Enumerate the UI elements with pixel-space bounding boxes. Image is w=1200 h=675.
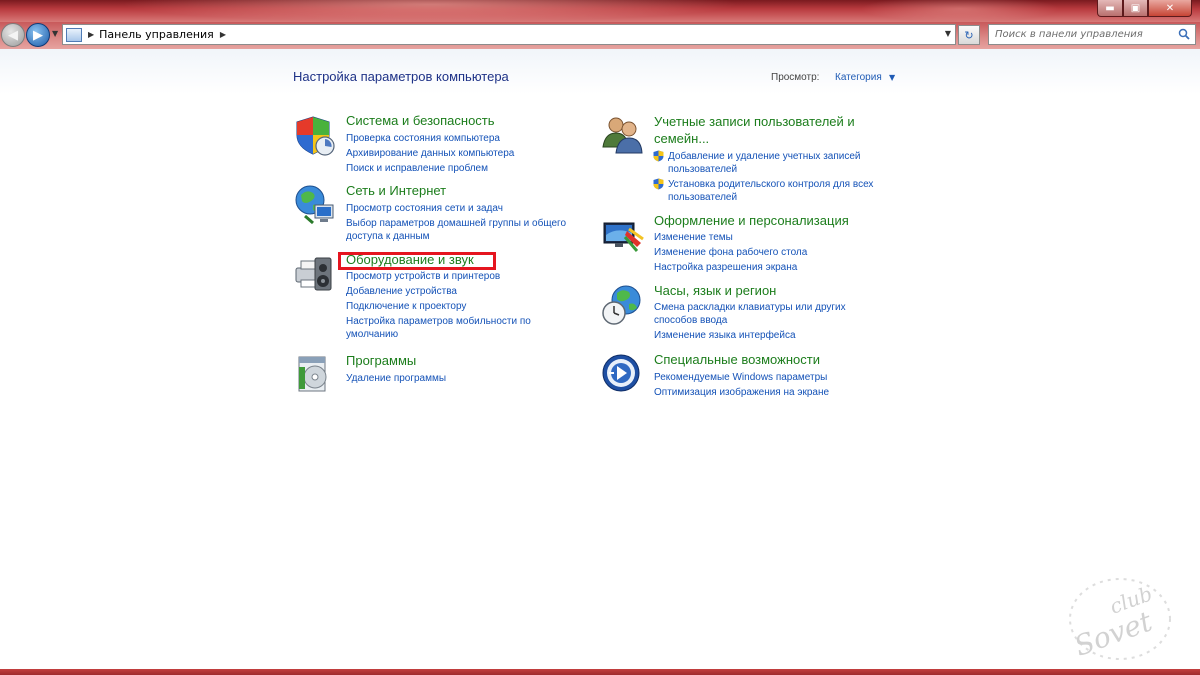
category-heading[interactable]: Система и безопасность <box>346 113 495 128</box>
uac-shield-icon <box>653 150 664 162</box>
maximize-button[interactable]: ▣ <box>1123 0 1148 17</box>
category-link[interactable]: Добавление и удаление учетных записей по… <box>668 150 883 176</box>
category-link[interactable]: Изменение темы <box>654 231 733 244</box>
category-link[interactable]: Выбор параметров домашней группы и общег… <box>346 217 591 243</box>
club-sovet-watermark: club Sovet <box>1069 578 1171 663</box>
breadcrumb-control-panel[interactable]: Панель управления <box>99 28 214 41</box>
address-bar[interactable]: ▶ Панель управления ▶ ▼ <box>62 24 956 45</box>
search-input[interactable] <box>989 25 1169 44</box>
window-bottom-border <box>0 669 1200 675</box>
shield-icon[interactable] <box>293 113 337 157</box>
view-mode-dropdown[interactable]: Категория <box>835 72 882 83</box>
category-link[interactable]: Добавление устройства <box>346 285 457 298</box>
programs-icon[interactable] <box>293 353 337 397</box>
category-link[interactable]: Удаление программы <box>346 372 446 385</box>
category-link[interactable]: Установка родительского контроля для все… <box>668 178 893 204</box>
category-heading[interactable]: Специальные возможности <box>654 352 820 367</box>
view-label: Просмотр: <box>771 72 820 83</box>
uac-shield-icon <box>653 178 664 190</box>
highlight-annotation <box>338 252 496 270</box>
refresh-button[interactable]: ↻ <box>958 25 980 45</box>
clock-globe-icon[interactable] <box>601 283 645 327</box>
search-icon[interactable] <box>1178 28 1190 40</box>
category-link[interactable]: Настройка параметров мобильности по умол… <box>346 315 556 341</box>
category-link[interactable]: Поиск и исправление проблем <box>346 162 488 175</box>
category-heading[interactable]: Часы, язык и регион <box>654 283 776 298</box>
users-icon[interactable] <box>601 113 645 157</box>
minimize-button[interactable]: ▬ <box>1097 0 1123 17</box>
back-button[interactable]: ◀ <box>1 23 25 47</box>
network-globe-icon[interactable] <box>293 183 337 227</box>
breadcrumb-separator-icon[interactable]: ▶ <box>88 30 94 39</box>
chevron-down-icon[interactable]: ▼ <box>889 73 895 82</box>
category-link[interactable]: Проверка состояния компьютера <box>346 132 500 145</box>
printer-icon[interactable] <box>293 252 337 296</box>
arrow-right-icon: ▶ <box>33 27 43 43</box>
category-link[interactable]: Изменение языка интерфейса <box>654 329 796 342</box>
category-heading[interactable]: Сеть и Интернет <box>346 183 446 198</box>
category-link[interactable]: Просмотр устройств и принтеров <box>346 270 500 283</box>
close-button[interactable]: ✕ <box>1148 0 1192 17</box>
category-heading[interactable]: Оформление и персонализация <box>654 213 849 228</box>
refresh-icon: ↻ <box>964 28 974 42</box>
navigation-bar: ◀ ▶ ▼ ▶ Панель управления ▶ ▼ ↻ <box>0 22 1200 49</box>
breadcrumb-separator-icon[interactable]: ▶ <box>220 30 226 39</box>
page-title: Настройка параметров компьютера <box>293 69 509 84</box>
personalization-icon[interactable] <box>601 213 645 257</box>
recent-pages-dropdown[interactable]: ▼ <box>52 29 58 38</box>
category-link[interactable]: Оптимизация изображения на экране <box>654 386 829 399</box>
category-link[interactable]: Настройка разрешения экрана <box>654 261 797 274</box>
category-link[interactable]: Смена раскладки клавиатуры или других сп… <box>654 301 869 327</box>
category-link[interactable]: Рекомендуемые Windows параметры <box>654 371 827 384</box>
window-controls: ▬ ▣ ✕ <box>1097 0 1192 17</box>
title-bar[interactable]: ▬ ▣ ✕ <box>0 0 1200 22</box>
category-link[interactable]: Подключение к проектору <box>346 300 466 313</box>
address-dropdown-icon[interactable]: ▼ <box>945 29 951 38</box>
forward-button[interactable]: ▶ <box>26 23 50 47</box>
category-heading[interactable]: Программы <box>346 353 416 368</box>
main-content: Настройка параметров компьютера Просмотр… <box>0 49 1200 669</box>
control-panel-icon <box>66 27 82 42</box>
category-heading[interactable]: Учетные записи пользователей и семейн... <box>654 113 874 147</box>
category-link[interactable]: Архивирование данных компьютера <box>346 147 514 160</box>
control-panel-window: ▬ ▣ ✕ ◀ ▶ ▼ ▶ Панель управления ▶ ▼ ↻ По… <box>0 0 1200 675</box>
accessibility-icon[interactable] <box>601 352 645 396</box>
search-box[interactable] <box>988 24 1196 45</box>
category-link[interactable]: Просмотр состояния сети и задач <box>346 202 503 215</box>
arrow-left-icon: ◀ <box>8 27 18 43</box>
category-link[interactable]: Изменение фона рабочего стола <box>654 246 807 259</box>
